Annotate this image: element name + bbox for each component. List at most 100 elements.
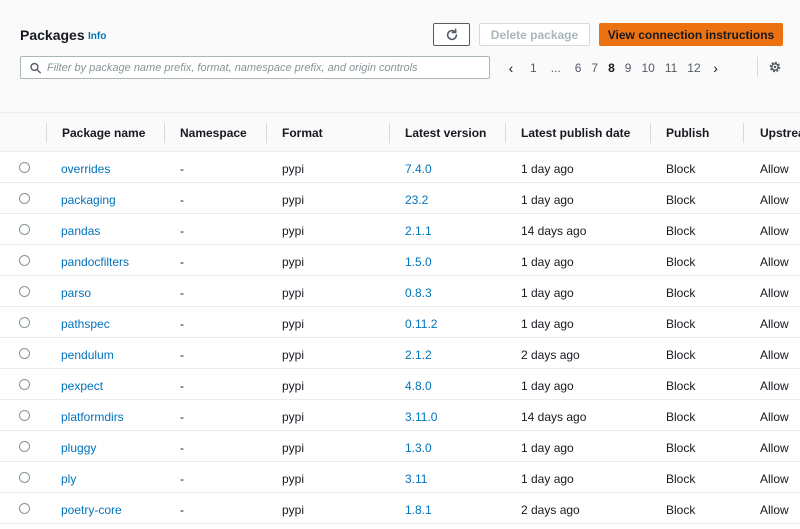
table-row[interactable]: pandas - pypi 2.1.1 14 days ago Block Allow (0, 214, 800, 245)
row-select-radio[interactable] (19, 379, 30, 390)
row-select-radio[interactable] (19, 255, 30, 266)
version-link[interactable]: 7.4.0 (405, 162, 432, 176)
column-package-name[interactable]: Package name (62, 126, 145, 140)
column-divider (164, 123, 165, 143)
search-input[interactable] (47, 61, 467, 74)
table-row[interactable]: platformdirs - pypi 3.11.0 14 days ago Block A… (0, 400, 800, 431)
table-row[interactable]: pendulum - pypi 2.1.2 2 days ago Block Allow (0, 338, 800, 369)
table-row[interactable]: packaging - pypi 23.2 1 day ago Block Allow (0, 183, 800, 214)
publish-date-cell: 1 day ago (521, 317, 574, 331)
row-select-radio[interactable] (19, 224, 30, 235)
namespace-cell: - (180, 162, 184, 176)
package-name-link[interactable]: pluggy (61, 441, 96, 455)
column-namespace[interactable]: Namespace (180, 126, 247, 140)
package-name-link[interactable]: parso (61, 286, 91, 300)
info-link[interactable]: Info (88, 31, 106, 42)
page-12[interactable]: 12 (682, 61, 705, 75)
version-link[interactable]: 3.11.0 (405, 410, 437, 424)
page-11[interactable]: 11 (660, 61, 682, 75)
namespace-cell: - (180, 286, 184, 300)
format-cell: pypi (282, 503, 305, 517)
row-select-radio[interactable] (19, 503, 30, 514)
column-latest-version[interactable]: Latest version (405, 126, 486, 140)
page-ellipsis: ... (550, 61, 561, 75)
publish-date-cell: 1 day ago (521, 379, 574, 393)
settings-gear-icon[interactable] (768, 60, 782, 77)
version-link[interactable]: 4.8.0 (405, 379, 432, 393)
row-select-radio[interactable] (19, 410, 30, 421)
upstream-cell: Allow (760, 472, 789, 486)
publish-cell: Block (666, 255, 696, 269)
publish-cell: Block (666, 162, 696, 176)
upstream-cell: Allow (760, 348, 789, 362)
table-row[interactable]: ply - pypi 3.11 1 day ago Block Allow (0, 462, 800, 493)
column-upstream[interactable]: Upstream (760, 126, 800, 140)
namespace-cell: - (180, 317, 184, 331)
publish-cell: Block (666, 503, 696, 517)
format-cell: pypi (282, 255, 305, 269)
next-page-icon[interactable]: › (708, 60, 724, 76)
format-cell: pypi (282, 441, 305, 455)
refresh-icon (446, 28, 457, 40)
table-row[interactable]: poetry-core - pypi 1.8.1 2 days ago Block Allo… (0, 493, 800, 524)
row-select-radio[interactable] (19, 317, 30, 328)
publish-cell: Block (666, 348, 696, 362)
format-cell: pypi (282, 472, 305, 486)
namespace-cell: - (180, 193, 184, 207)
publish-cell: Block (666, 317, 696, 331)
view-connection-instructions-button[interactable]: View connection instructions (599, 23, 783, 46)
search-box[interactable] (20, 56, 490, 79)
format-cell: pypi (282, 348, 305, 362)
package-name-link[interactable]: platformdirs (61, 410, 124, 424)
table-row[interactable]: parso - pypi 0.8.3 1 day ago Block Allow (0, 276, 800, 307)
pagination: ‹ 1 ... 6 7 8 9 10 11 12 › (503, 59, 724, 77)
package-name-link[interactable]: poetry-core (61, 503, 122, 517)
refresh-button[interactable] (433, 23, 470, 46)
version-link[interactable]: 1.5.0 (405, 255, 432, 269)
version-link[interactable]: 0.11.2 (405, 317, 437, 331)
package-name-link[interactable]: pathspec (61, 317, 110, 331)
delete-package-button[interactable]: Delete package (479, 23, 590, 46)
package-name-link[interactable]: pendulum (61, 348, 114, 362)
package-name-link[interactable]: overrides (61, 162, 110, 176)
table-row[interactable]: pexpect - pypi 4.8.0 1 day ago Block Allow (0, 369, 800, 400)
row-select-radio[interactable] (19, 286, 30, 297)
row-select-radio[interactable] (19, 472, 30, 483)
row-select-radio[interactable] (19, 162, 30, 173)
package-name-link[interactable]: pandas (61, 224, 100, 238)
column-format[interactable]: Format (282, 126, 323, 140)
package-name-link[interactable]: packaging (61, 193, 116, 207)
page-6[interactable]: 6 (570, 61, 587, 75)
table-row[interactable]: pluggy - pypi 1.3.0 1 day ago Block Allow (0, 431, 800, 462)
package-name-link[interactable]: ply (61, 472, 76, 486)
version-link[interactable]: 3.11 (405, 472, 427, 486)
package-name-link[interactable]: pandocfilters (61, 255, 129, 269)
version-link[interactable]: 1.8.1 (405, 503, 432, 517)
page-1[interactable]: 1 (525, 61, 542, 75)
table-row[interactable]: pandocfilters - pypi 1.5.0 1 day ago Block All… (0, 245, 800, 276)
package-name-link[interactable]: pexpect (61, 379, 103, 393)
page-9[interactable]: 9 (620, 61, 637, 75)
version-link[interactable]: 2.1.1 (405, 224, 432, 238)
version-link[interactable]: 1.3.0 (405, 441, 432, 455)
row-select-radio[interactable] (19, 193, 30, 204)
publish-cell: Block (666, 441, 696, 455)
upstream-cell: Allow (760, 255, 789, 269)
format-cell: pypi (282, 379, 305, 393)
version-link[interactable]: 2.1.2 (405, 348, 432, 362)
column-latest-publish-date[interactable]: Latest publish date (521, 126, 630, 140)
version-link[interactable]: 0.8.3 (405, 286, 432, 300)
page-title: Packages (20, 27, 85, 43)
row-select-radio[interactable] (19, 348, 30, 359)
page-10[interactable]: 10 (636, 61, 659, 75)
table-row[interactable]: overrides - pypi 7.4.0 1 day ago Block Allow (0, 152, 800, 183)
table-row[interactable]: pathspec - pypi 0.11.2 1 day ago Block Allow (0, 307, 800, 338)
publish-cell: Block (666, 224, 696, 238)
page-7[interactable]: 7 (586, 61, 603, 75)
column-publish[interactable]: Publish (666, 126, 709, 140)
upstream-cell: Allow (760, 162, 789, 176)
page-8-current[interactable]: 8 (603, 61, 620, 75)
prev-page-icon[interactable]: ‹ (503, 60, 519, 76)
row-select-radio[interactable] (19, 441, 30, 452)
version-link[interactable]: 23.2 (405, 193, 428, 207)
